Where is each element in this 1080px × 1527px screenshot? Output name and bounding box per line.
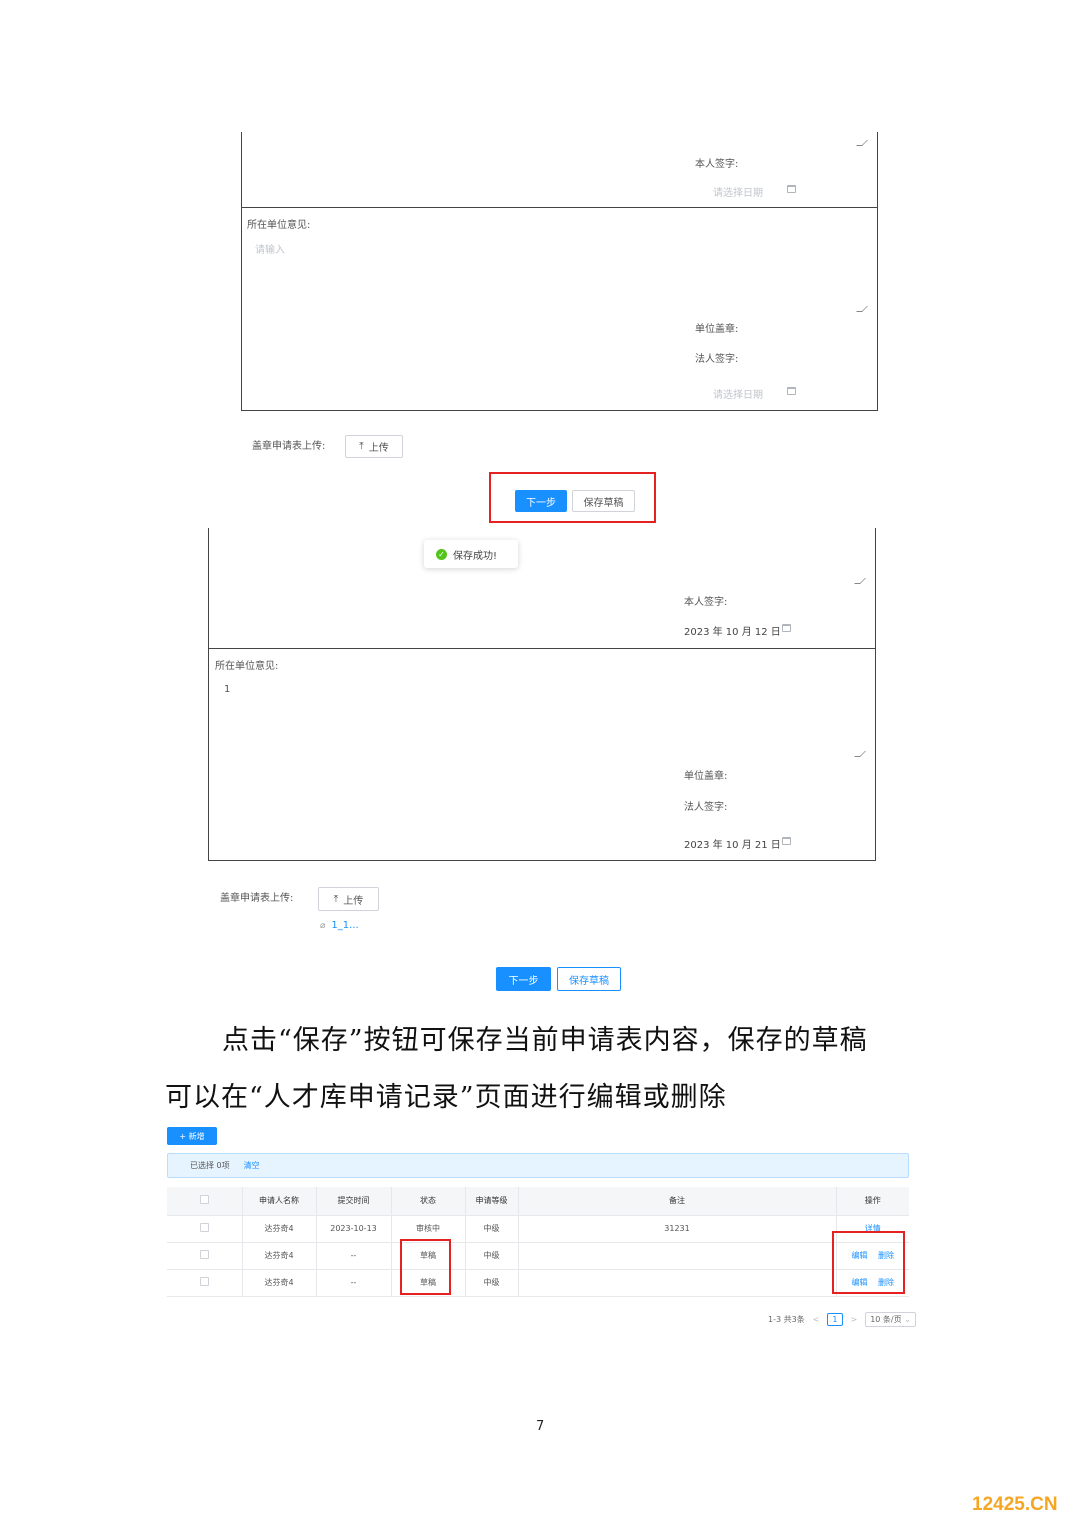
- page-1-button[interactable]: 1: [827, 1313, 843, 1326]
- paragraph-line-1: 点击“保存”按钮可保存当前申请表内容，保存的草稿: [222, 1025, 868, 1056]
- next-page-icon[interactable]: >: [851, 1315, 858, 1324]
- attachment-item[interactable]: ⌀ 1_1...: [320, 920, 359, 931]
- paperclip-icon: ⌀: [320, 920, 326, 931]
- upload-button[interactable]: ⤒ 上传: [318, 887, 379, 911]
- resize-handle-icon[interactable]: [856, 140, 868, 146]
- watermark: 12425.CN: [972, 1494, 1058, 1515]
- resize-handle-icon[interactable]: [854, 578, 866, 584]
- column-header: 状态: [391, 1187, 466, 1216]
- table-header-row: 申请人名称 提交时间 状态 申请等级 备注 操作: [167, 1187, 909, 1216]
- selection-bar: 已选择 0项 清空: [167, 1153, 909, 1178]
- column-header: 操作: [836, 1187, 909, 1216]
- legal-sign-date-value[interactable]: 2023 年 10 月 21 日: [684, 836, 781, 851]
- save-draft-button[interactable]: 保存草稿: [572, 490, 635, 512]
- records-table: 申请人名称 提交时间 状态 申请等级 备注 操作 达芬奇4 2023-10-13…: [167, 1187, 909, 1297]
- divider: [241, 207, 878, 208]
- toast-message: 保存成功!: [453, 550, 498, 562]
- next-button[interactable]: 下一步: [496, 967, 551, 991]
- row-checkbox[interactable]: [199, 1250, 209, 1259]
- submit-time: --: [316, 1269, 392, 1297]
- applicant-name: 达芬奇4: [242, 1215, 317, 1243]
- calendar-icon[interactable]: [787, 387, 796, 395]
- next-button[interactable]: 下一步: [515, 490, 567, 512]
- unit-opinion-label: 所在单位意见:: [215, 661, 279, 672]
- note: [518, 1269, 837, 1297]
- self-sign-date-value[interactable]: 2023 年 10 月 12 日: [684, 623, 781, 638]
- row-checkbox[interactable]: [199, 1223, 209, 1232]
- upload-icon: ⤒: [333, 893, 339, 905]
- calendar-icon[interactable]: [782, 624, 791, 632]
- divider: [208, 648, 876, 649]
- paragraph-line-2: 可以在“人才库申请记录”页面进行编辑或删除: [165, 1082, 727, 1113]
- note: [518, 1242, 837, 1270]
- level: 中级: [465, 1215, 519, 1243]
- self-sign-date-input[interactable]: 请选择日期: [713, 184, 763, 199]
- unit-opinion-textarea[interactable]: 请输入: [255, 241, 285, 256]
- row-select-cell[interactable]: [167, 1215, 243, 1243]
- submit-time: --: [316, 1242, 392, 1270]
- upload-icon: ⤒: [359, 441, 364, 452]
- row-select-cell[interactable]: [167, 1242, 243, 1270]
- calendar-icon[interactable]: [787, 185, 796, 193]
- select-all-cell[interactable]: [167, 1187, 243, 1216]
- legal-sign-date-input[interactable]: 请选择日期: [713, 386, 763, 401]
- level: 中级: [465, 1242, 519, 1270]
- level: 中级: [465, 1269, 519, 1297]
- clear-link[interactable]: 清空: [244, 1160, 260, 1171]
- unit-opinion-textarea[interactable]: 1: [224, 684, 230, 695]
- self-sign-label: 本人签字:: [695, 159, 739, 170]
- legal-sign-label: 法人签字:: [684, 802, 728, 813]
- column-header: 备注: [518, 1187, 837, 1216]
- form1-panel: 本人签字: 请选择日期 所在单位意见: 请输入 单位盖章: 法人签字: 请选择日…: [241, 132, 878, 411]
- row-checkbox[interactable]: [199, 1277, 209, 1286]
- column-header: 申请人名称: [242, 1187, 317, 1216]
- add-button[interactable]: + 新增: [167, 1127, 217, 1145]
- page-size-select[interactable]: 10 条/页 ⌄: [865, 1312, 916, 1327]
- upload-label: 盖章申请表上传:: [252, 441, 326, 452]
- status-highlight-box: [400, 1239, 451, 1295]
- applicant-name: 达芬奇4: [242, 1269, 317, 1297]
- column-header: 申请等级: [465, 1187, 519, 1216]
- note: 31231: [518, 1215, 837, 1243]
- page-number: 7: [536, 1419, 545, 1434]
- table-row: 达芬奇4 2023-10-13 审核中 中级 31231 详情: [167, 1215, 909, 1243]
- chevron-down-icon: ⌄: [904, 1315, 911, 1324]
- row-select-cell[interactable]: [167, 1269, 243, 1297]
- unit-seal-label: 单位盖章:: [695, 324, 739, 335]
- selected-count: 已选择 0项: [190, 1161, 230, 1170]
- resize-handle-icon[interactable]: [856, 306, 868, 312]
- self-sign-label: 本人签字:: [684, 597, 728, 608]
- legal-sign-label: 法人签字:: [695, 354, 739, 365]
- column-header: 提交时间: [316, 1187, 392, 1216]
- form2-panel: 本人签字: 2023 年 10 月 12 日 所在单位意见: 1 单位盖章: 法…: [208, 528, 876, 861]
- save-draft-button[interactable]: 保存草稿: [557, 967, 621, 991]
- actions-highlight-box: [832, 1231, 905, 1294]
- attachment-link[interactable]: 1_1...: [331, 920, 358, 931]
- status: 审核中: [391, 1215, 466, 1243]
- table-row: 达芬奇4 -- 草稿 中级 编辑 删除: [167, 1242, 909, 1270]
- prev-page-icon[interactable]: <: [813, 1315, 820, 1324]
- check-circle-icon: ✓: [436, 548, 447, 560]
- unit-opinion-label: 所在单位意见:: [247, 220, 311, 231]
- pagination: 1-3 共3条 < 1 > 10 条/页 ⌄: [768, 1312, 916, 1327]
- upload-button[interactable]: ⤒ 上传: [345, 435, 403, 458]
- pager-summary: 1-3 共3条: [768, 1315, 805, 1324]
- submit-time: 2023-10-13: [316, 1215, 392, 1243]
- unit-seal-label: 单位盖章:: [684, 771, 728, 782]
- calendar-icon[interactable]: [782, 837, 791, 845]
- select-all-checkbox[interactable]: [199, 1195, 209, 1205]
- resize-handle-icon[interactable]: [854, 751, 866, 757]
- table-row: 达芬奇4 -- 草稿 中级 编辑 删除: [167, 1269, 909, 1297]
- applicant-name: 达芬奇4: [242, 1242, 317, 1270]
- upload-label: 盖章申请表上传:: [220, 893, 294, 904]
- success-toast: ✓ 保存成功!: [424, 540, 518, 568]
